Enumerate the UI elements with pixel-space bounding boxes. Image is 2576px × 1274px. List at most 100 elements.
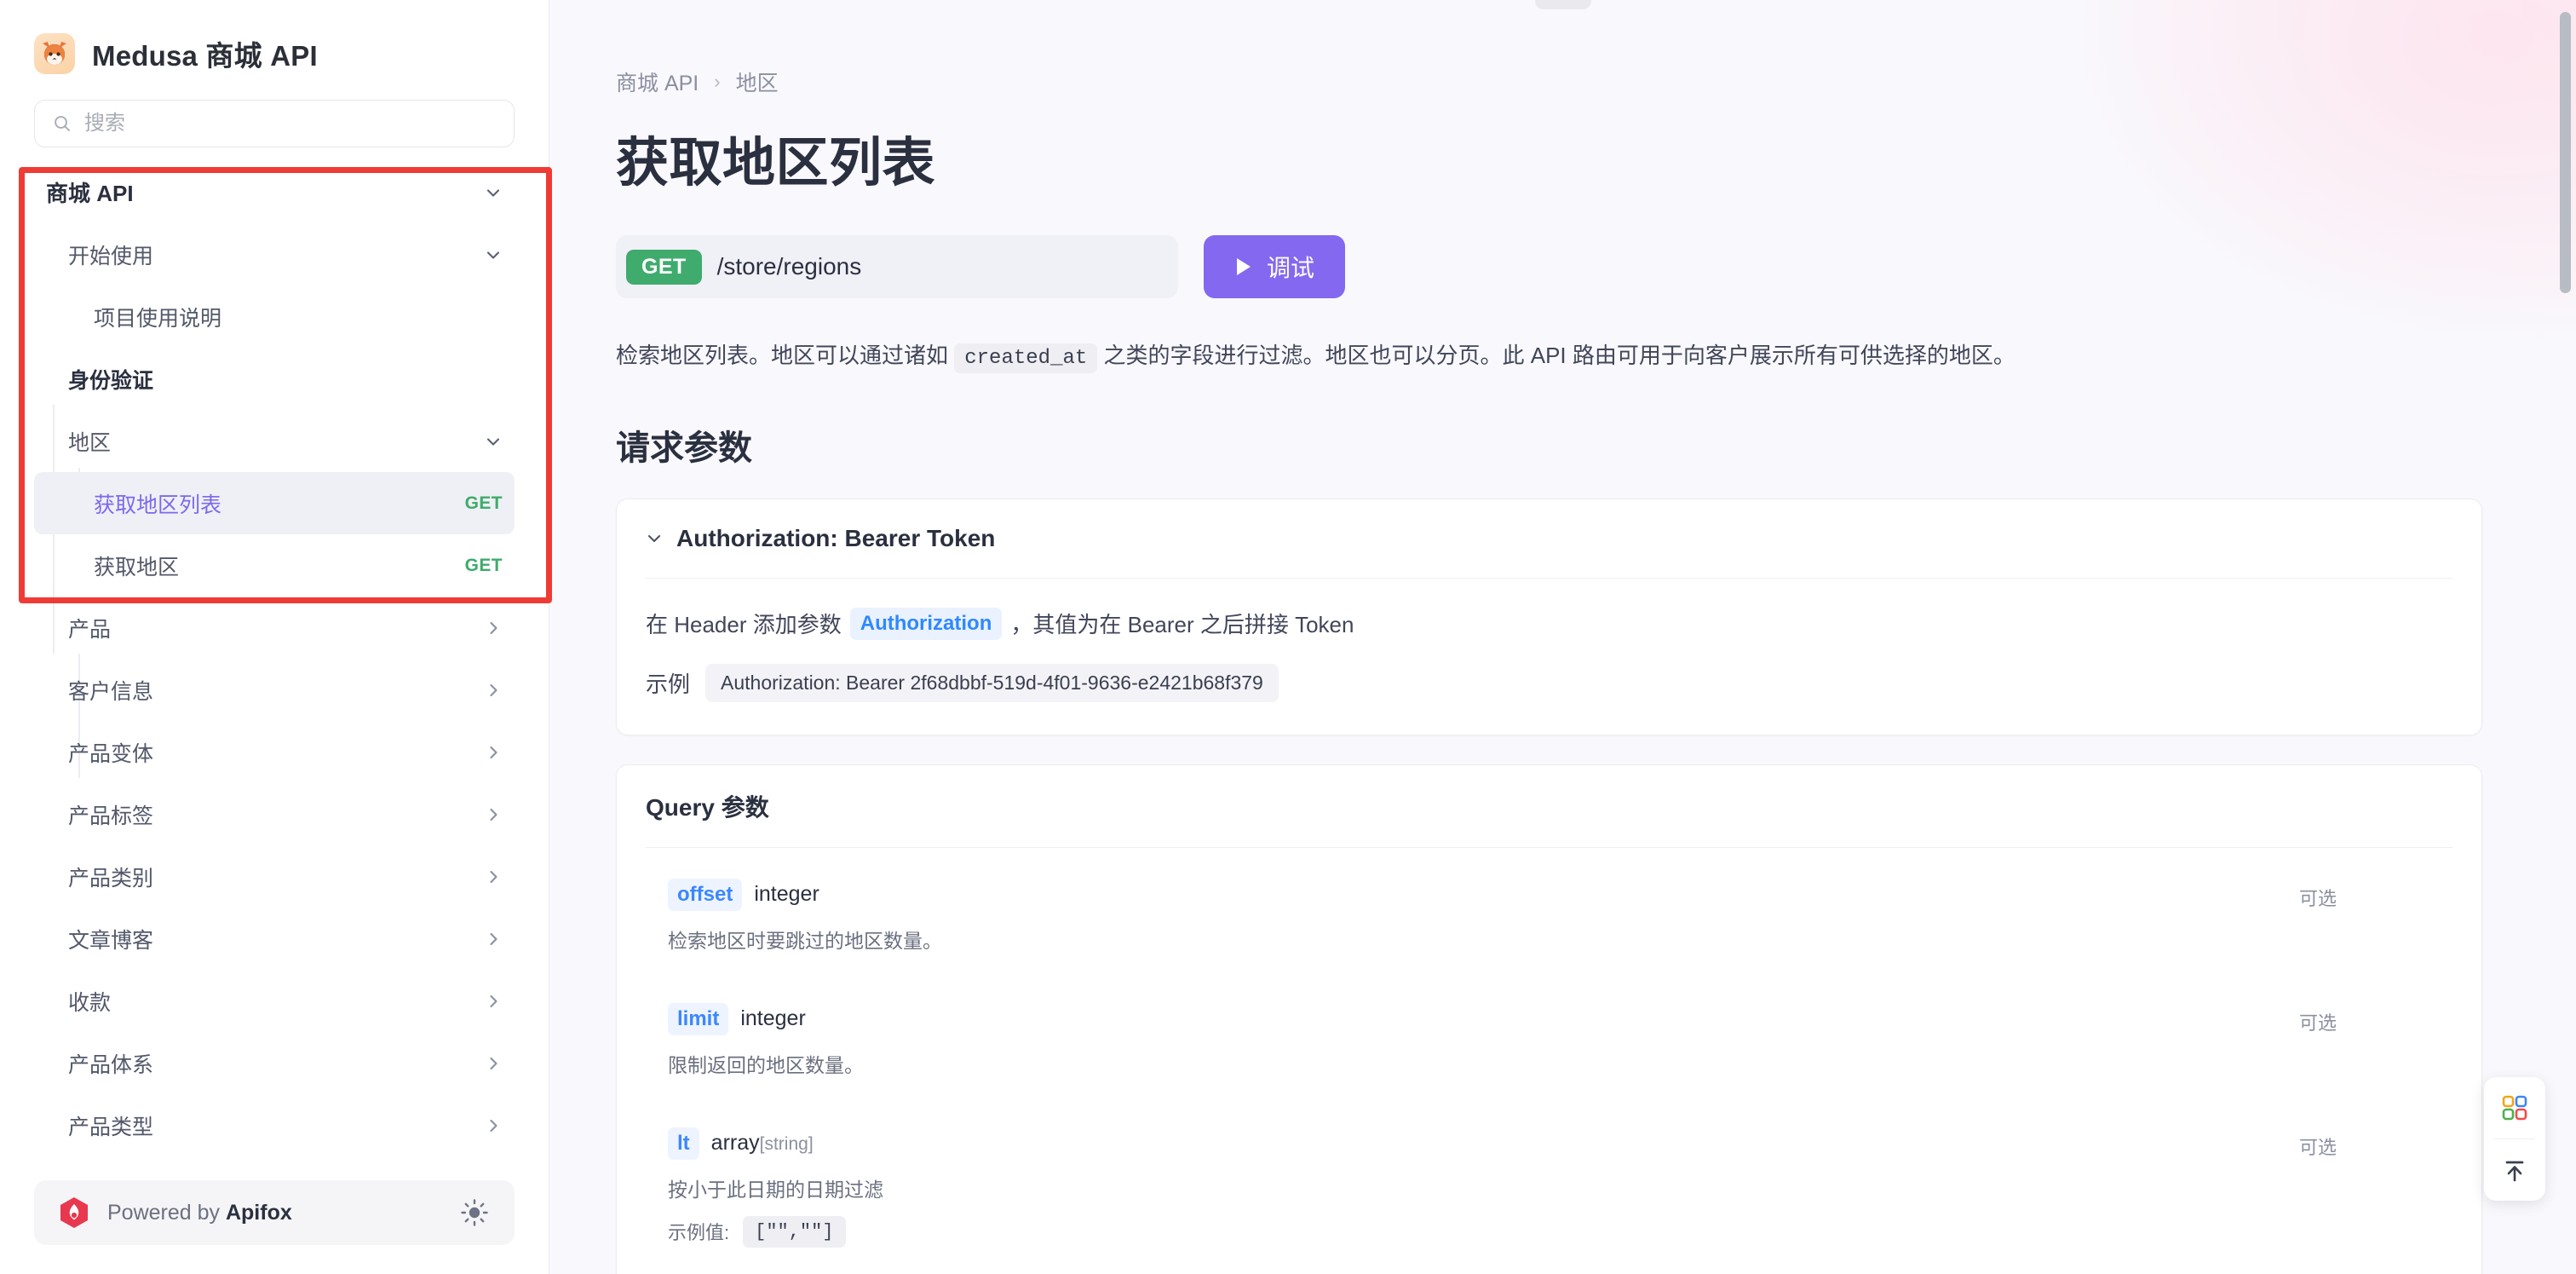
breadcrumb-root[interactable]: 商城 API (616, 66, 699, 97)
query-params-heading: Query 参数 (646, 793, 769, 821)
sidebar-item-label: 产品类别 (68, 866, 154, 891)
query-param-info: offset integer 检索地区时要跳过的地区数量。 (646, 878, 2299, 1003)
sidebar-item-8[interactable]: 客户信息 (34, 659, 515, 721)
sidebar-item-label: 身份验证 (68, 368, 154, 393)
http-method-badge: GET (626, 249, 702, 285)
chevron-right-icon (484, 681, 503, 700)
authorization-instruction: 在 Header 添加参数 Authorization ，其值为在 Bearer… (646, 607, 2452, 640)
chevron-down-icon (484, 183, 503, 202)
sidebar-item-13[interactable]: 收款 (34, 970, 515, 1032)
query-param-name: offset (668, 878, 743, 911)
authorization-title: Authorization: Bearer Token (676, 524, 996, 551)
desc-part2: 之类的字段进行过滤。地区也可以分页。此 API 路由可用于向客户展示所有可供选择… (1103, 343, 2015, 368)
sidebar-item-label: 项目使用说明 (94, 306, 222, 331)
query-param-required-label: 可选 (2299, 1136, 2337, 1158)
query-param-row: offset integer 检索地区时要跳过的地区数量。 可选 (617, 878, 2481, 1003)
sidebar-item-label: 商城 API (46, 181, 134, 206)
sidebar-item-label: 开始使用 (68, 244, 154, 268)
chevron-right-icon (484, 1054, 503, 1073)
apps-grid-icon (2502, 1095, 2527, 1121)
sidebar-item-label: 收款 (68, 990, 112, 1015)
sidebar-item-0[interactable]: 商城 API (34, 161, 515, 223)
authorization-header[interactable]: Authorization: Bearer Token (617, 499, 2481, 578)
search-input[interactable] (84, 112, 497, 135)
auth-example-label: 示例 (646, 671, 691, 697)
sidebar-item-15[interactable]: 产品类型 (34, 1094, 515, 1156)
scroll-to-top-button[interactable] (2484, 1139, 2545, 1201)
chevron-right-icon (484, 743, 503, 762)
search-icon (55, 116, 70, 131)
authorization-card: Authorization: Bearer Token 在 Header 添加参… (616, 498, 2482, 735)
chevron-down-icon (648, 534, 660, 542)
query-param-description: 按小于此日期的日期过滤 (668, 1178, 883, 1201)
chevron-right-icon (484, 805, 503, 824)
sidebar-item-label: 产品类型 (68, 1115, 154, 1139)
floating-toolbar (2484, 1077, 2545, 1201)
sidebar-item-method-badge: GET (464, 493, 503, 513)
query-param-required-cell: 可选 (2299, 1127, 2452, 1274)
request-params-heading: 请求参数 (616, 429, 752, 467)
endpoint-url-box[interactable]: GET /store/regions (616, 235, 1178, 298)
query-param-row: limit integer 限制返回的地区数量。 可选 (617, 1002, 2481, 1127)
auth-text-part2: ，其值为在 Bearer 之后拼接 Token (1010, 612, 1354, 638)
query-param-description: 限制返回的地区数量。 (668, 1053, 864, 1076)
endpoint-path: /store/regions (716, 253, 862, 280)
query-param-name-row: lt array[string] (668, 1127, 2299, 1160)
chevron-down-icon (484, 432, 503, 451)
endpoint-description: 检索地区列表。地区可以通过诸如 created_at 之类的字段进行过滤。地区也… (616, 337, 2482, 376)
sidebar-item-12[interactable]: 文章博客 (34, 908, 515, 970)
query-params-body: offset integer 检索地区时要跳过的地区数量。 可选 limit intege… (617, 848, 2481, 1274)
query-param-name: limit (668, 1002, 729, 1035)
sidebar-item-label: 获取地区 (94, 555, 180, 579)
sidebar-item-4[interactable]: 地区 (34, 410, 515, 472)
query-param-required-label: 可选 (2299, 887, 2337, 909)
query-param-required-label: 可选 (2299, 1012, 2337, 1034)
page-title: 获取地区列表 (616, 134, 936, 193)
scroll-to-top-icon (2505, 1161, 2524, 1182)
sidebar-item-7[interactable]: 产品 (34, 597, 515, 659)
powered-by-apifox[interactable]: Powered by Apifox (34, 1180, 515, 1245)
endpoint-row: GET /store/regions 调试 (616, 235, 2482, 298)
powered-by-label: Powered by Apifox (107, 1201, 441, 1225)
sidebar-item-9[interactable]: 产品变体 (34, 721, 515, 783)
sidebar-item-2[interactable]: 项目使用说明 (34, 285, 515, 348)
query-param-info: limit integer 限制返回的地区数量。 (646, 1002, 2299, 1127)
sidebar-item-14[interactable]: 产品体系 (34, 1032, 515, 1094)
sidebar-item-label: 文章博客 (68, 928, 154, 953)
sun-icon[interactable] (460, 1198, 489, 1227)
authorization-example: 示例 Authorization: Bearer 2f68dbbf-519d-4… (646, 663, 2452, 702)
breadcrumb-current[interactable]: 地区 (736, 66, 779, 97)
sidebar-nav: 商城 API 开始使用项目使用说明身份验证地区 获取地区列表 GET 获取地区 GET 产品… (0, 161, 549, 1167)
sidebar-item-10[interactable]: 产品标签 (34, 783, 515, 845)
query-param-info: lt array[string] 按小于此日期的日期过滤示例值: ["",""] (646, 1127, 2299, 1274)
collapse-handle[interactable] (1534, 0, 1591, 9)
query-param-type: integer (754, 882, 819, 907)
brand-header: Medusa 商城 API (0, 0, 549, 89)
sidebar-item-5[interactable]: 获取地区列表 GET (34, 472, 515, 534)
vertical-scrollbar[interactable] (2560, 12, 2571, 293)
breadcrumb: 商城 API › 地区 (616, 66, 2482, 97)
sidebar-item-3[interactable]: 身份验证 (34, 348, 515, 410)
desc-part1: 检索地区列表。地区可以通过诸如 (616, 343, 949, 368)
debug-button-label: 调试 (1267, 255, 1315, 281)
app-logo-icon (34, 32, 75, 74)
query-param-example: 示例值: ["",""] (668, 1215, 2299, 1248)
query-param-type: array[string] (711, 1131, 814, 1156)
sidebar-item-label: 产品变体 (68, 741, 154, 766)
query-params-card: Query 参数 offset integer 检索地区时要跳过的地区数量。 可选 li… (616, 764, 2482, 1274)
chevron-right-icon (484, 619, 503, 637)
sidebar-item-label: 客户信息 (68, 679, 154, 704)
query-param-name-row: offset integer (668, 878, 2299, 911)
brand-title: Medusa 商城 API (92, 39, 318, 72)
apps-grid-button[interactable] (2484, 1077, 2545, 1139)
sidebar-item-method-badge: GET (464, 555, 503, 575)
sidebar-item-1[interactable]: 开始使用 (34, 223, 515, 285)
debug-button[interactable]: 调试 (1204, 235, 1346, 298)
search-box[interactable] (34, 100, 515, 147)
sidebar-item-6[interactable]: 获取地区 GET (34, 534, 515, 597)
query-param-name: lt (668, 1127, 699, 1160)
query-param-required-cell: 可选 (2299, 879, 2452, 1003)
sidebar: Medusa 商城 API 商城 API 开始使用项目使用说明身份验证地区获取地区… (0, 0, 552, 1274)
sidebar-item-11[interactable]: 产品类别 (34, 845, 515, 908)
